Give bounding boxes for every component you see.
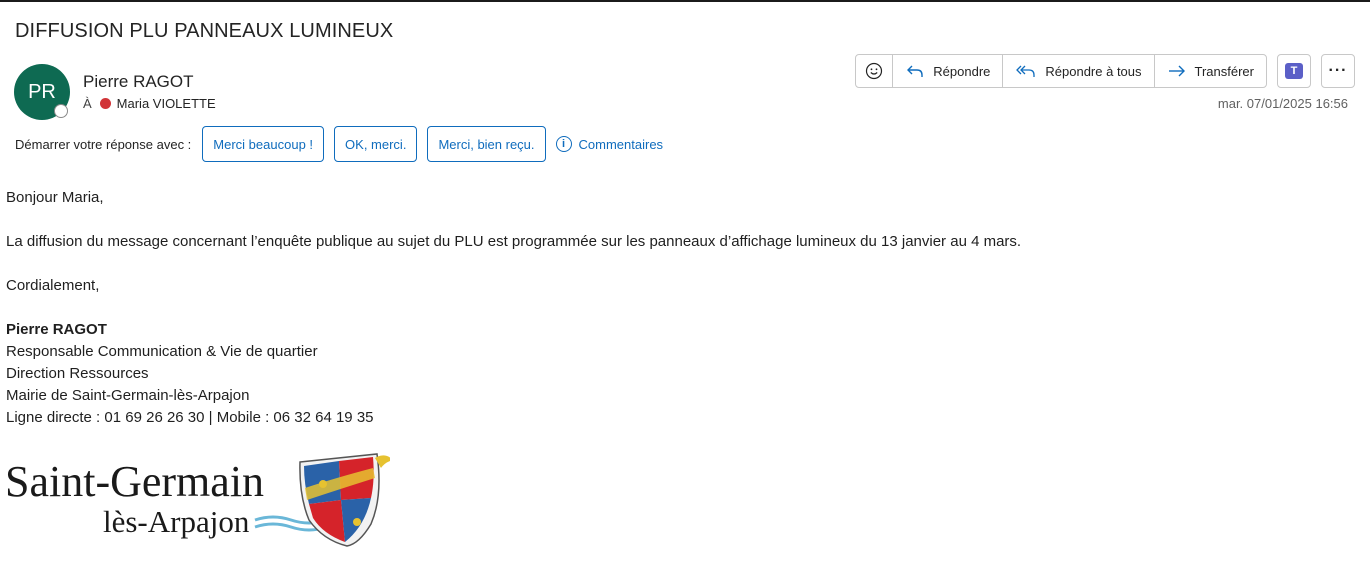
teams-button[interactable]: T (1277, 54, 1311, 88)
forward-label: Transférer (1194, 63, 1254, 79)
more-icon: ··· (1328, 62, 1348, 79)
suggested-reply-button[interactable]: OK, merci. (334, 126, 418, 162)
recipient-name[interactable]: Maria VIOLETTE (117, 96, 216, 111)
coat-of-arms-icon (299, 453, 390, 547)
recipient-line: À Maria VIOLETTE (83, 96, 216, 111)
reply-button[interactable]: Répondre (892, 55, 1002, 87)
reply-icon (907, 65, 923, 77)
smile-icon (866, 62, 883, 80)
suggested-reply-button[interactable]: Merci beaucoup ! (202, 126, 325, 162)
closing: Cordialement, (6, 277, 100, 294)
signature-title: Responsable Communication & Vie de quart… (6, 343, 318, 360)
feedback-link[interactable]: i Commentaires (555, 136, 664, 152)
saint-germain-logo: Saint-Germain lès-Arpajon (5, 453, 390, 547)
message-actions: Répondre Répondre à tous Transférer T ··… (855, 54, 1355, 88)
signature-organization: Mairie de Saint-Germain-lès-Arpajon (6, 387, 250, 404)
suggested-replies: Démarrer votre réponse avec : Merci beau… (15, 126, 663, 162)
to-label: À (83, 96, 92, 111)
signature-phones: Ligne directe : 01 69 26 26 30 | Mobile … (6, 409, 374, 426)
sender-name[interactable]: Pierre RAGOT (83, 72, 194, 92)
busy-presence-icon (99, 98, 111, 109)
message-text: La diffusion du message concernant l’enq… (6, 233, 1022, 250)
avatar-initials: PR (28, 80, 56, 103)
info-icon: i (555, 136, 572, 152)
reply-label: Répondre (933, 63, 991, 79)
suggested-reply-button[interactable]: Merci, bien reçu. (427, 126, 546, 162)
logo-text-line2: lès-Arpajon (103, 504, 250, 539)
logo-text-line1: Saint-Germain (5, 457, 264, 506)
signature-name: Pierre RAGOT (6, 321, 107, 338)
emoji-reaction-button[interactable] (856, 55, 892, 87)
reply-all-label: Répondre à tous (1045, 63, 1142, 79)
reply-all-button[interactable]: Répondre à tous (1002, 55, 1153, 87)
forward-button[interactable]: Transférer (1153, 55, 1266, 87)
reply-button-group: Répondre Répondre à tous Transférer (855, 54, 1267, 88)
suggested-replies-label: Démarrer votre réponse avec : (15, 136, 192, 152)
presence-status-icon (54, 104, 68, 118)
email-body: Bonjour Maria, La diffusion du message c… (6, 187, 1021, 429)
reply-all-icon (1016, 65, 1036, 77)
teams-icon: T (1285, 63, 1303, 79)
more-actions-button[interactable]: ··· (1321, 54, 1355, 88)
greeting: Bonjour Maria, (6, 189, 104, 206)
email-subject: DIFFUSION PLU PANNEAUX LUMINEUX (15, 20, 394, 42)
feedback-label: Commentaires (578, 136, 664, 152)
received-date: mar. 07/01/2025 16:56 (1217, 96, 1348, 111)
forward-icon (1168, 65, 1185, 77)
signature-department: Direction Ressources (6, 365, 149, 382)
